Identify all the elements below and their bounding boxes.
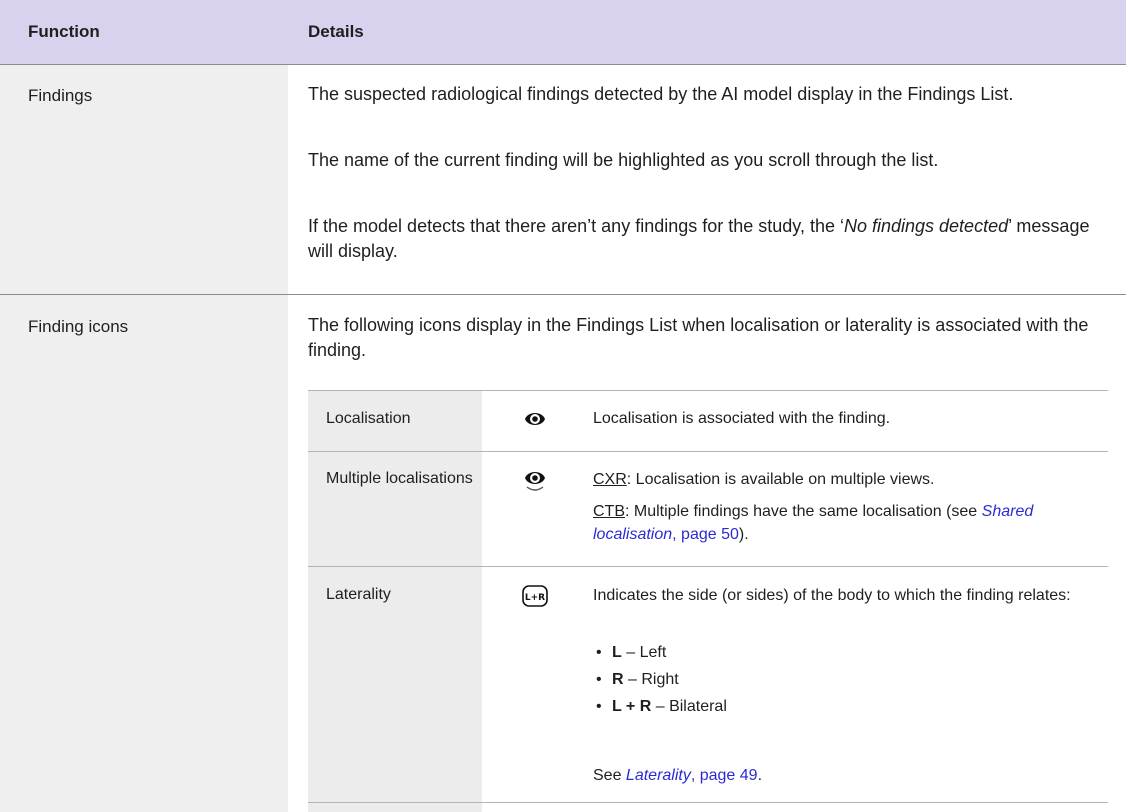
header-details: Details xyxy=(308,22,364,41)
eye-multiple-icon xyxy=(525,472,545,491)
icon-row-text-ctb: CTB: Multiple findings have the same loc… xyxy=(593,503,1034,543)
icon-row-label-multiple-localisations: Multiple localisations xyxy=(326,470,473,487)
laterality-bullet-list: • L – Left • R – Right • L + R – Bilateral xyxy=(596,644,727,725)
icon-row-text-laterality: Indicates the side (or sides) of the bod… xyxy=(593,587,1071,604)
table-header: Function Details xyxy=(0,0,1126,65)
findings-paragraph-2: The name of the current finding will be … xyxy=(308,150,939,170)
list-item: • L + R – Bilateral xyxy=(596,698,727,715)
cxr-tag: CXR xyxy=(593,471,627,488)
laterality-icon-text: L+R xyxy=(525,593,545,603)
icon-table-bottom-border xyxy=(308,802,1108,803)
document-page: Function Details Findings The suspected … xyxy=(0,0,1126,812)
ctb-tag: CTB xyxy=(593,503,625,520)
laterality-icon: L+R xyxy=(522,585,548,607)
eye-icon xyxy=(525,413,545,425)
list-item: • R – Right xyxy=(596,671,679,688)
row-divider xyxy=(0,294,1126,295)
function-column xyxy=(0,65,288,812)
finding-icons-intro: The following icons display in the Findi… xyxy=(308,315,1089,360)
icon-table-divider xyxy=(308,451,1108,452)
function-finding-icons: Finding icons xyxy=(28,317,129,336)
icon-table-top-border xyxy=(308,390,1108,391)
laterality-see-also: See Laterality, page 49. xyxy=(593,767,763,784)
icon-row-label-localisation: Localisation xyxy=(326,410,411,427)
icon-table-divider xyxy=(308,566,1108,567)
function-findings: Findings xyxy=(28,86,93,105)
icon-row-text-localisation: Localisation is associated with the find… xyxy=(593,410,891,427)
findings-paragraph-1: The suspected radiological findings dete… xyxy=(308,84,1014,104)
laterality-link[interactable]: Laterality, page 49 xyxy=(626,767,758,784)
icon-row-label-laterality: Laterality xyxy=(326,586,391,603)
header-function: Function xyxy=(28,22,100,41)
findings-paragraph-3: If the model detects that there aren’t a… xyxy=(308,216,1090,261)
icon-row-text-cxr: CXR: Localisation is available on multip… xyxy=(593,471,935,488)
list-item: • L – Left xyxy=(596,644,667,661)
